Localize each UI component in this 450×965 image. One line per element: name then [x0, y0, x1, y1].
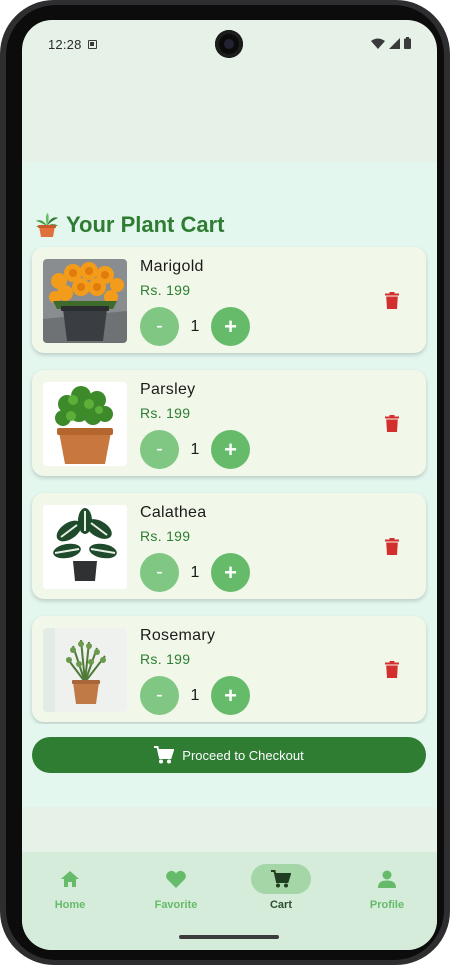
home-icon: [61, 871, 79, 887]
item-price: Rs. 199: [140, 405, 191, 421]
quantity-value: 1: [190, 317, 200, 335]
trash-icon: [385, 291, 399, 309]
decrease-quantity-button[interactable]: -: [140, 307, 179, 346]
nav-item-home[interactable]: Home: [30, 864, 110, 924]
delete-button[interactable]: [382, 412, 402, 434]
cart-item: Parsley Rs. 199 - 1 +: [32, 370, 426, 476]
nav-icon-container: [146, 864, 206, 894]
cart-item: Rosemary Rs. 199 - 1 +: [32, 616, 426, 722]
trash-icon: [385, 414, 399, 432]
quantity-value: 1: [190, 686, 200, 704]
trash-icon: [385, 660, 399, 678]
nav-label-profile: Profile: [369, 899, 405, 911]
delete-button[interactable]: [382, 658, 402, 680]
calathea-image: [43, 505, 127, 589]
item-price: Rs. 199: [140, 282, 191, 298]
shopping-cart-icon: [271, 870, 291, 888]
nav-label-cart: Cart: [269, 899, 292, 911]
nav-icon-container: [251, 864, 311, 894]
delete-button[interactable]: [382, 535, 402, 557]
decrease-quantity-button[interactable]: -: [140, 676, 179, 715]
parsley-image: [43, 382, 127, 466]
increase-quantity-button[interactable]: +: [211, 553, 250, 592]
item-price: Rs. 199: [140, 651, 191, 667]
status-icons: [371, 37, 411, 49]
heart-icon: [166, 870, 186, 888]
rosemary-image: [43, 628, 127, 712]
item-price: Rs. 199: [140, 528, 191, 544]
cart-list: Marigold Rs. 199 - 1 + Parsley Rs. 199 -…: [22, 246, 437, 724]
checkout-label: Proceed to Checkout: [182, 747, 304, 763]
signal-icon: [389, 37, 400, 49]
nav-item-profile[interactable]: Profile: [347, 864, 427, 924]
nav-icon-container: [40, 864, 100, 894]
person-icon: [378, 870, 396, 888]
nav-item-cart[interactable]: Cart: [241, 864, 321, 924]
rosemary-photo: [43, 628, 127, 712]
nav-icon-container: [357, 864, 417, 894]
marigold-image: [43, 259, 127, 343]
decrease-quantity-button[interactable]: -: [140, 553, 179, 592]
cart-item: Marigold Rs. 199 - 1 +: [32, 247, 426, 353]
marigold-photo: [43, 259, 127, 343]
trash-icon: [385, 537, 399, 555]
delete-button[interactable]: [382, 289, 402, 311]
increase-quantity-button[interactable]: +: [211, 307, 250, 346]
nav-label-favorite: Favorite: [154, 899, 198, 911]
front-camera: [215, 30, 243, 58]
increase-quantity-button[interactable]: +: [211, 676, 250, 715]
phone-screen: 12:28 Your Plant Cart Marigold Rs. 199 -…: [22, 20, 437, 950]
cart-item: Calathea Rs. 199 - 1 +: [32, 493, 426, 599]
notification-a-icon: [87, 39, 97, 49]
battery-icon: [404, 37, 411, 49]
potted-plant-icon: [36, 213, 58, 237]
home-indicator[interactable]: [179, 935, 279, 939]
shopping-cart-icon: [154, 746, 175, 764]
page-title: Your Plant Cart: [34, 212, 225, 238]
quantity-value: 1: [190, 440, 200, 458]
wifi-icon: [371, 38, 385, 49]
decrease-quantity-button[interactable]: -: [140, 430, 179, 469]
item-name: Calathea: [140, 504, 207, 521]
page-title-text: Your Plant Cart: [66, 212, 225, 237]
calathea-photo: [43, 505, 127, 589]
increase-quantity-button[interactable]: +: [211, 430, 250, 469]
item-name: Parsley: [140, 381, 196, 398]
parsley-photo: [43, 382, 127, 466]
quantity-value: 1: [190, 563, 200, 581]
status-time: 12:28: [48, 36, 82, 52]
item-name: Marigold: [140, 258, 204, 275]
proceed-to-checkout-button[interactable]: Proceed to Checkout: [32, 737, 426, 773]
nav-item-favorite[interactable]: Favorite: [136, 864, 216, 924]
item-name: Rosemary: [140, 627, 216, 644]
nav-label-home: Home: [54, 899, 86, 911]
